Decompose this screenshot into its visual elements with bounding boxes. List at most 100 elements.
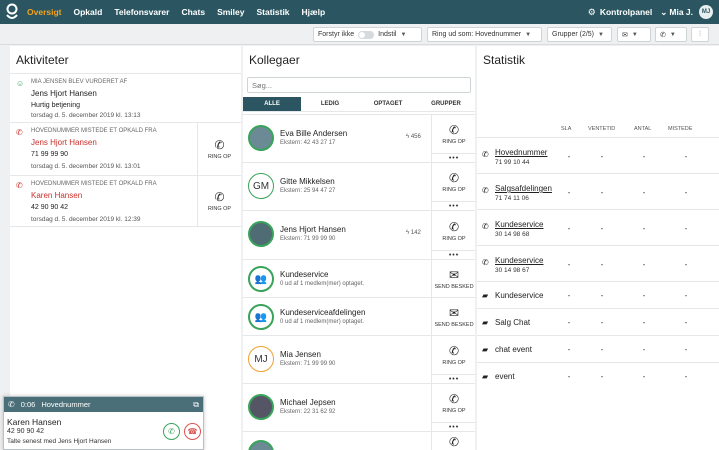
colleague-row[interactable]: GM Gitte Mikkelsen Ekstern: 25 94 47 27 …: [243, 162, 475, 210]
antal-value: -: [642, 188, 646, 197]
tab-alle[interactable]: ALLE: [243, 97, 301, 111]
activity-item[interactable]: ✆ HOVEDNUMMER MISTEDE ET OPKALD FRA Kare…: [10, 175, 241, 227]
top-nav: Oversigt Opkald Telefonsvarer Chats Smil…: [0, 0, 719, 24]
call-timer: 0:06: [20, 400, 36, 409]
activity-sub: 71 99 99 90: [31, 151, 68, 158]
activities-title: Aktiviteter: [16, 53, 69, 67]
sla-value: -: [567, 152, 571, 161]
mistede-value: -: [684, 188, 688, 197]
statistics-row-name[interactable]: Kundeservice: [495, 220, 543, 229]
avatar: MJ: [248, 346, 274, 372]
statistics-row[interactable]: ✆ Hovednummer 71 99 10 44 - - - -: [477, 137, 719, 173]
activity-item[interactable]: ☺ MIA JENSEN BLEV VURDERET AF Jens Hjort…: [10, 73, 241, 122]
hang-up-icon: ☎: [187, 427, 198, 436]
call-out-as-select[interactable]: Ring ud som: Hovednummer ▼: [427, 27, 542, 42]
more-options-button[interactable]: •••: [432, 153, 475, 162]
colleague-row[interactable]: Eva Bille Andersen Ekstern: 42 43 27 17 …: [243, 114, 475, 162]
more-options-button[interactable]: •••: [432, 201, 475, 210]
user-avatar[interactable]: MJ: [699, 5, 713, 19]
tab-grupper[interactable]: GRUPPER: [417, 97, 475, 111]
chevron-down-icon[interactable]: ⌄: [660, 7, 667, 18]
call-back-label: RING OP: [207, 154, 232, 160]
tab-ledig[interactable]: LEDIG: [301, 97, 359, 111]
nav-chats[interactable]: Chats: [181, 7, 205, 17]
call-button[interactable]: ✆ RING OP: [432, 211, 475, 250]
call-button[interactable]: ✆ RING OP: [432, 115, 475, 153]
statistics-row[interactable]: ▰ chat event - - - -: [477, 335, 719, 362]
colleague-row[interactable]: 👥 Kundeservice 0 ud af 1 medlem(mer) opt…: [243, 259, 475, 297]
ventetid-value: -: [600, 345, 604, 354]
nav-smiley[interactable]: Smiley: [217, 7, 244, 17]
call-button[interactable]: ✆: [432, 432, 475, 450]
colleague-row[interactable]: MJ Mia Jensen Ekstern: 71 99 99 90 ✆ RIN…: [243, 335, 475, 383]
call-button[interactable]: ✆ RING OP: [432, 384, 475, 422]
phone-select[interactable]: ✆ ▼: [655, 27, 687, 42]
colleague-status: 0 ud af 1 medlem(mer) optaget.: [280, 319, 365, 325]
statistics-row[interactable]: ✆ Kundeservice 30 14 98 68 - - - -: [477, 209, 719, 245]
app-logo[interactable]: [0, 0, 24, 24]
more-options-button[interactable]: •••: [432, 374, 475, 383]
tab-optaget[interactable]: OPTAGET: [359, 97, 417, 111]
activity-header: MIA JENSEN BLEV VURDERET AF: [31, 79, 128, 85]
call-button[interactable]: ✆ RING OP: [432, 336, 475, 374]
call-back-button[interactable]: ✆ RING OP: [197, 123, 241, 175]
more-options-button[interactable]: •••: [432, 422, 475, 431]
control-panel-link[interactable]: Kontrolpanel: [600, 7, 652, 17]
antal-value: -: [642, 318, 646, 327]
statistics-row-name[interactable]: Hovednummer: [495, 148, 547, 157]
call-back-button[interactable]: ✆ RING OP: [197, 176, 241, 226]
statistics-row[interactable]: ▰ event - - - -: [477, 362, 719, 389]
column-mistede: MISTEDE: [668, 126, 693, 132]
do-not-disturb-toggle[interactable]: [358, 30, 375, 39]
statistics-row[interactable]: ▰ Kundeservice - - - -: [477, 281, 719, 308]
colleague-row[interactable]: Michael Jepsen Ekstern: 22 31 62 92 ✆ RI…: [243, 383, 475, 431]
extension-icon: ϟ 456: [406, 134, 421, 140]
activity-date: torsdag d. 5. december 2019 kl. 13:01: [31, 163, 141, 170]
phone-icon: ✆: [448, 171, 460, 185]
nav-telefonsvarer[interactable]: Telefonsvarer: [114, 7, 169, 17]
colleague-row[interactable]: Jens Hjort Hansen Ekstern: 71 99 99 90 ϟ…: [243, 210, 475, 259]
colleague-name: Mia Jensen: [280, 350, 321, 359]
groups-value: Grupper (2/5): [552, 31, 595, 38]
call-box-header: ✆ 0:06 Hovednummer ⧉: [4, 397, 203, 412]
statistics-row[interactable]: ✆ Salgsafdelingen 71 74 11 06 - - - -: [477, 173, 719, 209]
ventetid-value: -: [600, 260, 604, 269]
external-link-icon[interactable]: ⧉: [193, 400, 199, 410]
message-select[interactable]: ✉ ▼: [617, 27, 651, 42]
nav-opkald[interactable]: Opkald: [74, 7, 103, 17]
call-label: RING OP: [442, 408, 466, 414]
answer-call-button[interactable]: ✆: [163, 423, 180, 440]
colleague-row[interactable]: 👥 Kundeserviceafdelingen 0 ud af 1 medle…: [243, 297, 475, 335]
filter-button[interactable]: ⫶: [691, 27, 709, 42]
send-message-button[interactable]: ✉ SEND BESKED: [432, 298, 475, 335]
statistics-row-name[interactable]: Salgsafdelingen: [495, 184, 552, 193]
gear-icon[interactable]: ⚙: [588, 7, 596, 18]
send-message-button[interactable]: ✉ SEND BESKED: [432, 260, 475, 297]
activity-name: Jens Hjort Hansen: [31, 89, 97, 98]
activity-item[interactable]: ✆ HOVEDNUMMER MISTEDE ET OPKALD FRA Jens…: [10, 122, 241, 175]
activity-name: Jens Hjort Hansen: [31, 138, 97, 147]
sla-value: -: [567, 318, 571, 327]
call-label: RING OP: [442, 139, 466, 145]
user-name[interactable]: Mia J.: [669, 7, 693, 17]
statistics-row[interactable]: ✆ Kundeservice 30 14 98 67 - - - -: [477, 245, 719, 281]
nav-statistik[interactable]: Statistik: [256, 7, 289, 17]
colleague-search-input[interactable]: Søg...: [247, 77, 471, 93]
column-antal: ANTAL: [634, 126, 652, 132]
statistics-row-name[interactable]: Kundeservice: [495, 256, 543, 265]
phone-icon: ✆: [168, 427, 175, 436]
nav-hjaelp[interactable]: Hjælp: [302, 7, 326, 17]
groups-select[interactable]: Grupper (2/5) ▼: [547, 27, 612, 42]
more-options-button[interactable]: •••: [432, 250, 475, 259]
hang-up-button[interactable]: ☎: [184, 423, 201, 440]
mistede-value: -: [684, 260, 688, 269]
settings-label[interactable]: Indstil: [378, 31, 396, 38]
call-button[interactable]: ✆ RING OP: [432, 163, 475, 201]
colleague-name: Kundeserviceafdelingen: [280, 308, 366, 317]
colleague-row[interactable]: ✆: [243, 431, 475, 450]
statistics-row[interactable]: ▰ Salg Chat - - - -: [477, 308, 719, 335]
do-not-disturb-control[interactable]: Forstyr ikke Indstil ▼: [313, 27, 422, 42]
column-ventetid: VENTETID: [588, 126, 616, 132]
nav-oversigt[interactable]: Oversigt: [27, 7, 62, 17]
call-out-as-value: Ring ud som: Hovednummer: [432, 31, 522, 38]
